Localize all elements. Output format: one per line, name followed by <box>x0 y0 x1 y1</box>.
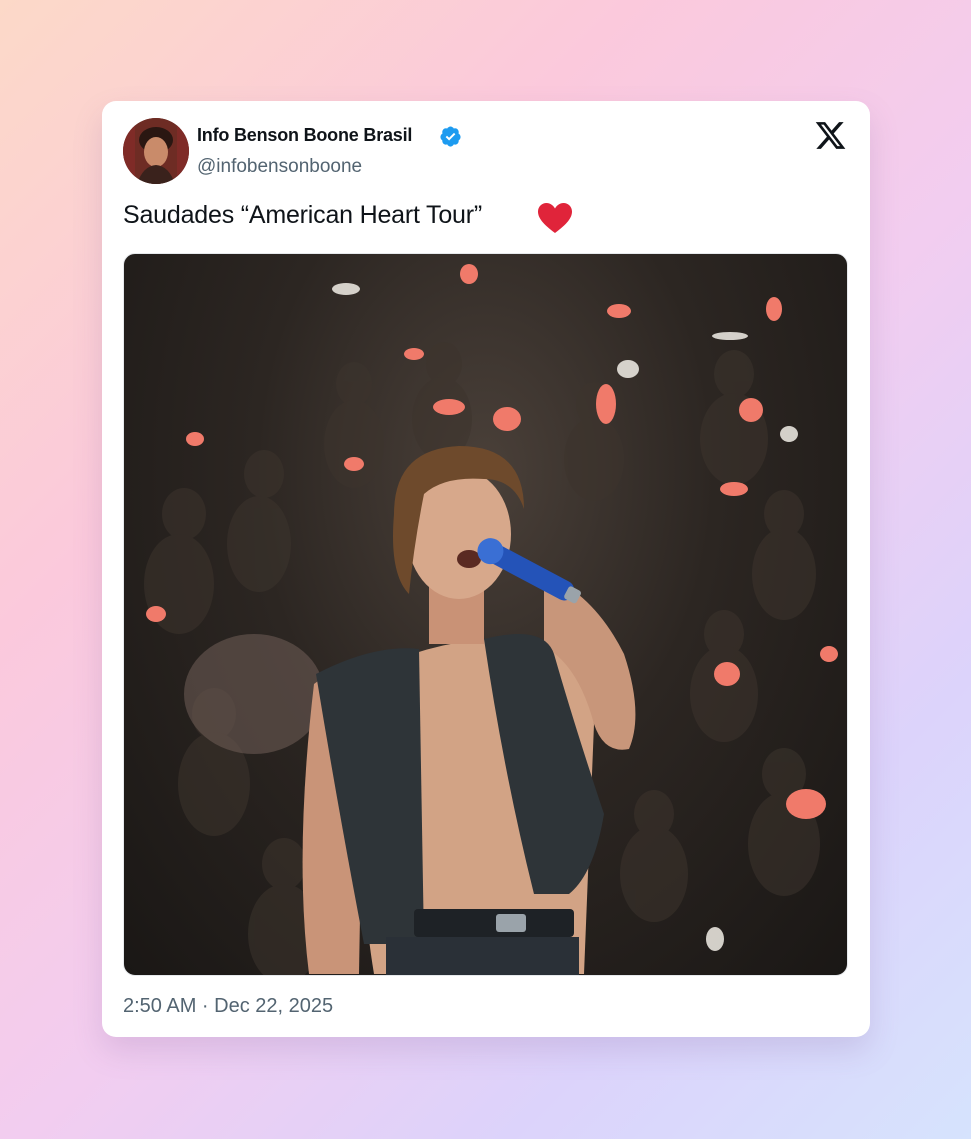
verified-badge-icon <box>440 126 461 147</box>
display-name[interactable]: Info Benson Boone Brasil <box>197 125 412 146</box>
avatar-image <box>123 118 189 184</box>
tweet-card[interactable]: Info Benson Boone Brasil @infobensonboon… <box>102 101 870 1037</box>
concert-photo <box>144 264 838 975</box>
red-heart-emoji-icon <box>538 203 572 233</box>
tweet-photo[interactable] <box>123 253 848 976</box>
avatar[interactable] <box>123 118 189 184</box>
tweet-timestamp[interactable]: 2:50 AM · Dec 22, 2025 <box>123 995 333 1018</box>
x-logo-icon[interactable] <box>814 119 847 152</box>
user-handle[interactable]: @infobensonboone <box>197 156 362 178</box>
tweet-text: Saudades “American Heart Tour” <box>123 201 482 229</box>
